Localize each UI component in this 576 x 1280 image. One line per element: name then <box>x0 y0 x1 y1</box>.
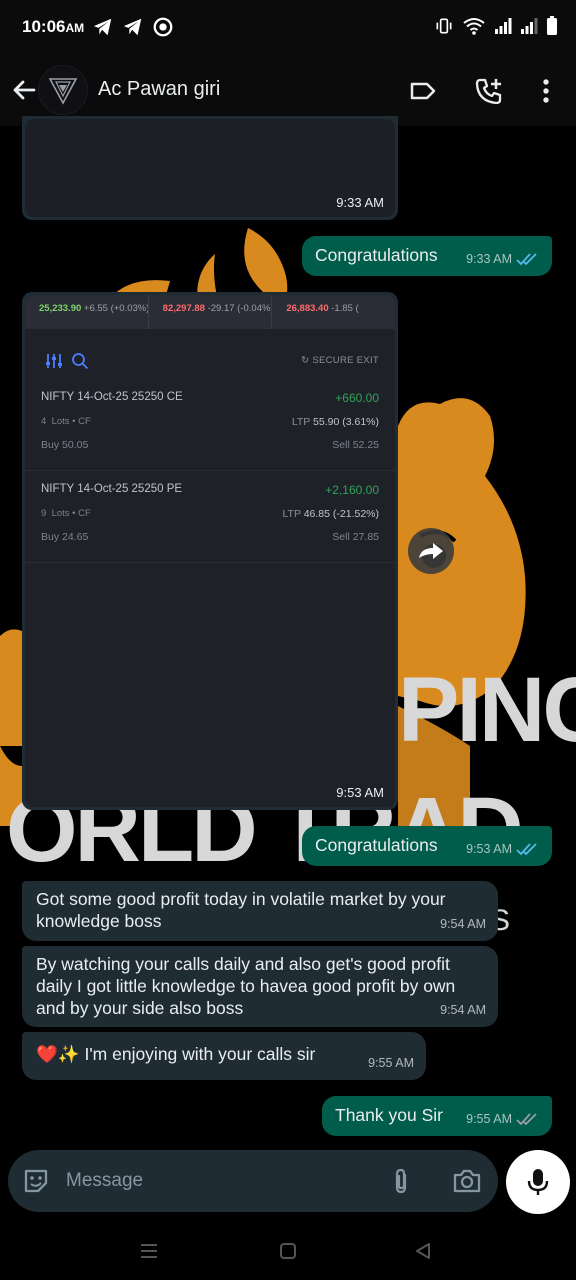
system-nav-bar <box>0 1222 576 1280</box>
camera-icon[interactable] <box>452 1168 482 1194</box>
image-message[interactable]: 9:33 AM <box>22 116 398 220</box>
ticker-item: 82,297.88 -29.17 (-0.04%) <box>149 295 273 329</box>
position-row: NIFTY 14-Oct-25 25250 PE +2,160.00 9 Lot… <box>25 471 395 563</box>
incoming-message[interactable]: Got some good profit today in volatile m… <box>22 881 498 941</box>
more-vert-icon[interactable] <box>531 76 561 106</box>
positions-toolbar: ↻ SECURE EXIT <box>25 347 395 377</box>
read-ticks-icon <box>516 843 537 856</box>
logo-icon <box>48 78 78 105</box>
battery-icon <box>547 16 557 35</box>
telegram-icon <box>93 18 112 36</box>
message-time: 9:33 AM <box>336 195 384 210</box>
position-pnl: +660.00 <box>335 391 379 405</box>
system-status-icons <box>434 16 558 36</box>
message-text: Thank you Sir <box>335 1105 443 1125</box>
read-ticks-icon <box>516 253 537 266</box>
wifi-icon <box>463 18 485 35</box>
position-row: NIFTY 14-Oct-25 25250 CE +660.00 4 Lots … <box>25 379 395 471</box>
message-input[interactable] <box>66 1166 366 1196</box>
add-call-icon[interactable] <box>474 76 504 106</box>
attach-icon[interactable] <box>388 1167 414 1195</box>
position-sell: Sell 27.85 <box>332 531 379 543</box>
search-icon <box>72 353 89 370</box>
position-ltp: LTP 55.90 (3.61%) <box>291 416 379 428</box>
message-text: Congratulations <box>315 835 438 855</box>
tag-label-icon[interactable] <box>408 76 438 106</box>
status-bar: 10:06AM <box>0 0 576 56</box>
sticker-icon[interactable] <box>22 1167 50 1195</box>
message-time: 9:53 AM <box>336 785 384 800</box>
vibrate-icon <box>436 18 452 34</box>
position-lots: 9 Lots • CF <box>41 508 91 519</box>
position-buy: Buy 24.65 <box>41 531 89 543</box>
incoming-message[interactable]: By watching your calls daily and also ge… <box>22 946 498 1027</box>
filter-icon <box>46 354 62 368</box>
message-text: By watching your calls daily and also ge… <box>36 954 456 1018</box>
signal-icon <box>521 18 538 34</box>
back-arrow-icon[interactable] <box>8 74 40 106</box>
wallpaper-text-1: PINC <box>398 659 576 761</box>
outgoing-message[interactable]: Congratulations 9:53 AM <box>302 826 552 866</box>
contact-name[interactable]: Ac Pawan giri <box>98 78 220 101</box>
ticker-item: 26,883.40 -1.85 ( <box>286 303 359 314</box>
read-ticks-icon <box>516 1113 537 1126</box>
heart-sparkles-emoji: ❤️✨ <box>36 1044 80 1064</box>
message-meta: 9:33 AM <box>466 248 540 270</box>
position-lots: 4 Lots • CF <box>41 416 91 427</box>
message-text: Got some good profit today in volatile m… <box>36 889 446 931</box>
message-meta: 9:55 AM <box>466 1108 540 1130</box>
voice-message-button[interactable] <box>506 1150 570 1214</box>
position-symbol: NIFTY 14-Oct-25 25250 PE <box>41 483 183 495</box>
message-composer <box>8 1150 498 1212</box>
position-symbol: NIFTY 14-Oct-25 25250 CE <box>41 391 183 403</box>
position-pnl: +2,160.00 <box>325 483 379 497</box>
forward-button[interactable] <box>408 528 454 574</box>
notification-icons <box>92 16 174 38</box>
image-message[interactable]: 25,233.90 +6.55 (+0.03%) 82,297.88 -29.1… <box>22 292 398 810</box>
message-meta: 9:53 AM <box>466 838 540 860</box>
ticker-item: 25,233.90 +6.55 (+0.03%) <box>25 295 149 329</box>
position-buy: Buy 50.05 <box>41 439 89 451</box>
message-text: ❤️✨ I'm enjoying with your calls sir <box>36 1044 316 1064</box>
incoming-message[interactable]: ❤️✨ I'm enjoying with your calls sir 9:5… <box>22 1032 426 1080</box>
status-time: 10:06AM <box>22 17 85 36</box>
message-time: 9:55 AM <box>368 1056 414 1070</box>
avatar[interactable] <box>38 65 88 115</box>
message-time: 9:53 AM <box>466 842 512 856</box>
mic-icon <box>527 1169 549 1195</box>
index-ticker-strip: 25,233.90 +6.55 (+0.03%) 82,297.88 -29.1… <box>25 295 395 329</box>
signal-icon <box>495 18 512 34</box>
home-icon[interactable] <box>278 1241 298 1261</box>
whatsapp-icon <box>153 17 173 37</box>
message-time: 9:54 AM <box>440 1003 486 1017</box>
outgoing-message[interactable]: Congratulations 9:33 AM <box>302 236 552 276</box>
message-text: Congratulations <box>315 245 438 265</box>
position-sell: Sell 52.25 <box>332 439 379 451</box>
telegram-icon <box>123 18 142 36</box>
message-time: 9:55 AM <box>466 1112 512 1126</box>
outgoing-message[interactable]: Thank you Sir 9:55 AM <box>322 1096 552 1136</box>
back-nav-icon[interactable] <box>413 1241 433 1261</box>
secure-exit-label: ↻ SECURE EXIT <box>301 355 379 366</box>
recent-apps-icon[interactable] <box>138 1242 160 1260</box>
message-time: 9:33 AM <box>466 252 512 266</box>
position-ltp: LTP 46.85 (-21.52%) <box>282 508 379 520</box>
forward-icon <box>419 543 443 559</box>
image-thumbnail[interactable]: 25,233.90 +6.55 (+0.03%) 82,297.88 -29.1… <box>25 295 395 807</box>
message-time: 9:54 AM <box>440 917 486 931</box>
